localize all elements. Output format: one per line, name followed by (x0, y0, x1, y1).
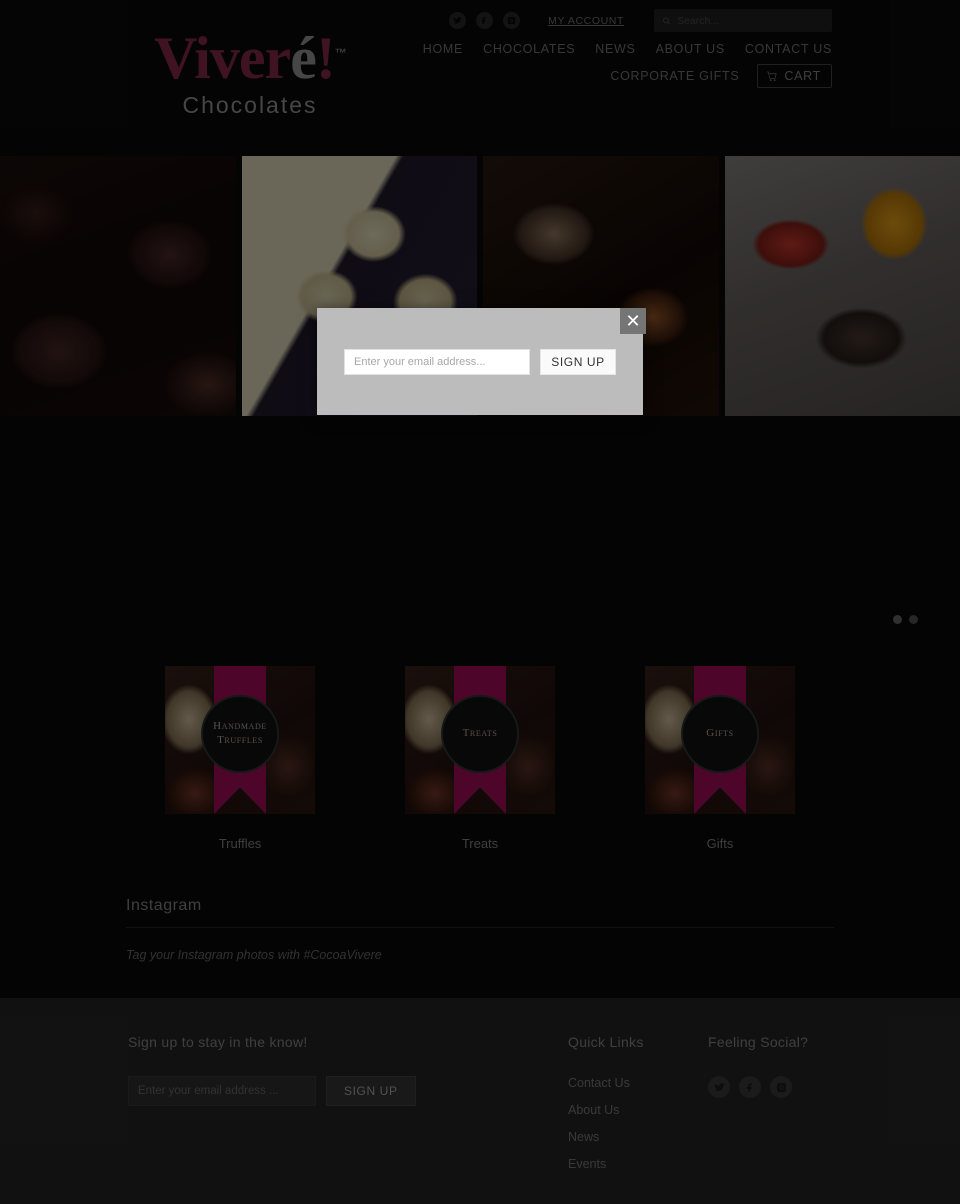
quick-link-news[interactable]: News (568, 1130, 708, 1144)
carousel-dot-2[interactable] (909, 615, 918, 624)
instagram-icon[interactable] (770, 1076, 792, 1098)
hero-slide-dark-truffles-in-cups[interactable] (0, 156, 236, 416)
collection-image-gifts: Gifts (645, 666, 795, 814)
instagram-heading: Instagram (126, 897, 834, 928)
quick-link-about-us[interactable]: About Us (568, 1103, 708, 1117)
collection-image-truffles: Handmade Truffles (165, 666, 315, 814)
close-icon[interactable]: ✕ (620, 308, 646, 334)
nav-item-news[interactable]: NEWS (595, 42, 635, 56)
main-content: Handmade Truffles Truffles Treats Treats … (0, 416, 960, 1204)
badge-line-1: Gifts (706, 727, 734, 740)
primary-navigation: HOME CHOCOLATES NEWS ABOUT US CONTACT US (423, 42, 832, 56)
collection-badge-treats: Treats (441, 695, 519, 773)
footer-quick-links: Quick Links Contact Us About Us News Eve… (568, 1034, 708, 1184)
collection-grid: Handmade Truffles Truffles Treats Treats … (0, 666, 960, 851)
collection-card-gifts[interactable]: Gifts Gifts (645, 666, 795, 851)
nav-item-chocolates[interactable]: CHOCOLATES (483, 42, 575, 56)
cart-button[interactable]: CART (757, 64, 832, 88)
facebook-icon[interactable] (476, 12, 494, 29)
newsletter-form: SIGN UP (128, 1076, 568, 1106)
collection-card-truffles[interactable]: Handmade Truffles Truffles (165, 666, 315, 851)
collection-badge-truffles: Handmade Truffles (201, 695, 279, 773)
collection-caption-treats: Treats (461, 836, 499, 851)
facebook-icon[interactable] (739, 1076, 761, 1098)
footer-social: Feeling Social? (708, 1034, 808, 1184)
newsletter-heading: Sign up to stay in the know! (128, 1034, 308, 1050)
site-footer: Sign up to stay in the know! SIGN UP Qui… (0, 998, 960, 1204)
my-account-link[interactable]: MY ACCOUNT (548, 15, 624, 27)
badge-line-2: Truffles (217, 734, 263, 746)
badge-line-1: Handmade (213, 720, 267, 733)
newsletter-modal: SIGN UP ✕ (317, 308, 646, 415)
twitter-icon[interactable] (449, 12, 467, 29)
cart-label: CART (784, 69, 821, 83)
instagram-tagline: Tag your Instagram photos with #CocoaViv… (126, 948, 382, 962)
carousel-dots[interactable] (893, 615, 918, 624)
carousel-dot-1[interactable] (893, 615, 902, 624)
search-box[interactable] (654, 9, 832, 32)
modal-body: SIGN UP (317, 308, 643, 415)
collection-badge-gifts: Gifts (681, 695, 759, 773)
logo-subtitle: Chocolates (182, 92, 318, 118)
secondary-navigation: CORPORATE GIFTS CART (610, 64, 832, 88)
badge-line-1: Treats (462, 727, 498, 740)
header-utility-bar: MY ACCOUNT (449, 9, 832, 32)
site-header: Viveré!™ Chocolates MY ACCOUNT HOME CHOC… (0, 0, 960, 156)
logo-accent-e: é (290, 25, 317, 91)
hero-slide-gold-dusted-bonbons[interactable] (724, 156, 960, 416)
social-heading: Feeling Social? (708, 1034, 809, 1050)
site-logo[interactable]: Viveré!™ Chocolates (130, 28, 370, 119)
logo-exclamation: ! (315, 25, 336, 91)
hero-lower-area (0, 416, 960, 666)
modal-signup-form: SIGN UP (344, 348, 616, 375)
newsletter-email-input[interactable] (128, 1076, 316, 1106)
collection-caption-gifts: Gifts (706, 836, 734, 851)
nav-item-contact-us[interactable]: CONTACT US (745, 42, 832, 56)
logo-trademark-icon: ™ (334, 46, 347, 60)
quick-link-events[interactable]: Events (568, 1157, 708, 1171)
twitter-icon[interactable] (708, 1076, 730, 1098)
search-icon (663, 17, 671, 25)
search-input[interactable] (677, 14, 824, 27)
instagram-icon[interactable] (503, 12, 521, 29)
quick-links-heading: Quick Links (568, 1034, 644, 1050)
modal-email-input[interactable] (344, 348, 530, 375)
collection-image-treats: Treats (405, 666, 555, 814)
logo-wordmark: Viveré!™ (154, 25, 347, 91)
footer-newsletter: Sign up to stay in the know! SIGN UP (128, 1034, 568, 1184)
nav-item-about-us[interactable]: ABOUT US (656, 42, 725, 56)
footer-columns: Sign up to stay in the know! SIGN UP Qui… (128, 1034, 832, 1184)
logo-text: Viver (154, 25, 291, 91)
nav-item-home[interactable]: HOME (423, 42, 463, 56)
instagram-section: Instagram Tag your Instagram photos with… (126, 897, 834, 962)
collection-card-treats[interactable]: Treats Treats (405, 666, 555, 851)
collection-caption-truffles: Truffles (218, 836, 262, 851)
quick-link-contact-us[interactable]: Contact Us (568, 1076, 708, 1090)
newsletter-signup-button[interactable]: SIGN UP (326, 1076, 416, 1106)
modal-signup-button[interactable]: SIGN UP (540, 348, 616, 375)
nav-item-corporate-gifts[interactable]: CORPORATE GIFTS (610, 69, 739, 83)
cart-icon (767, 71, 777, 81)
